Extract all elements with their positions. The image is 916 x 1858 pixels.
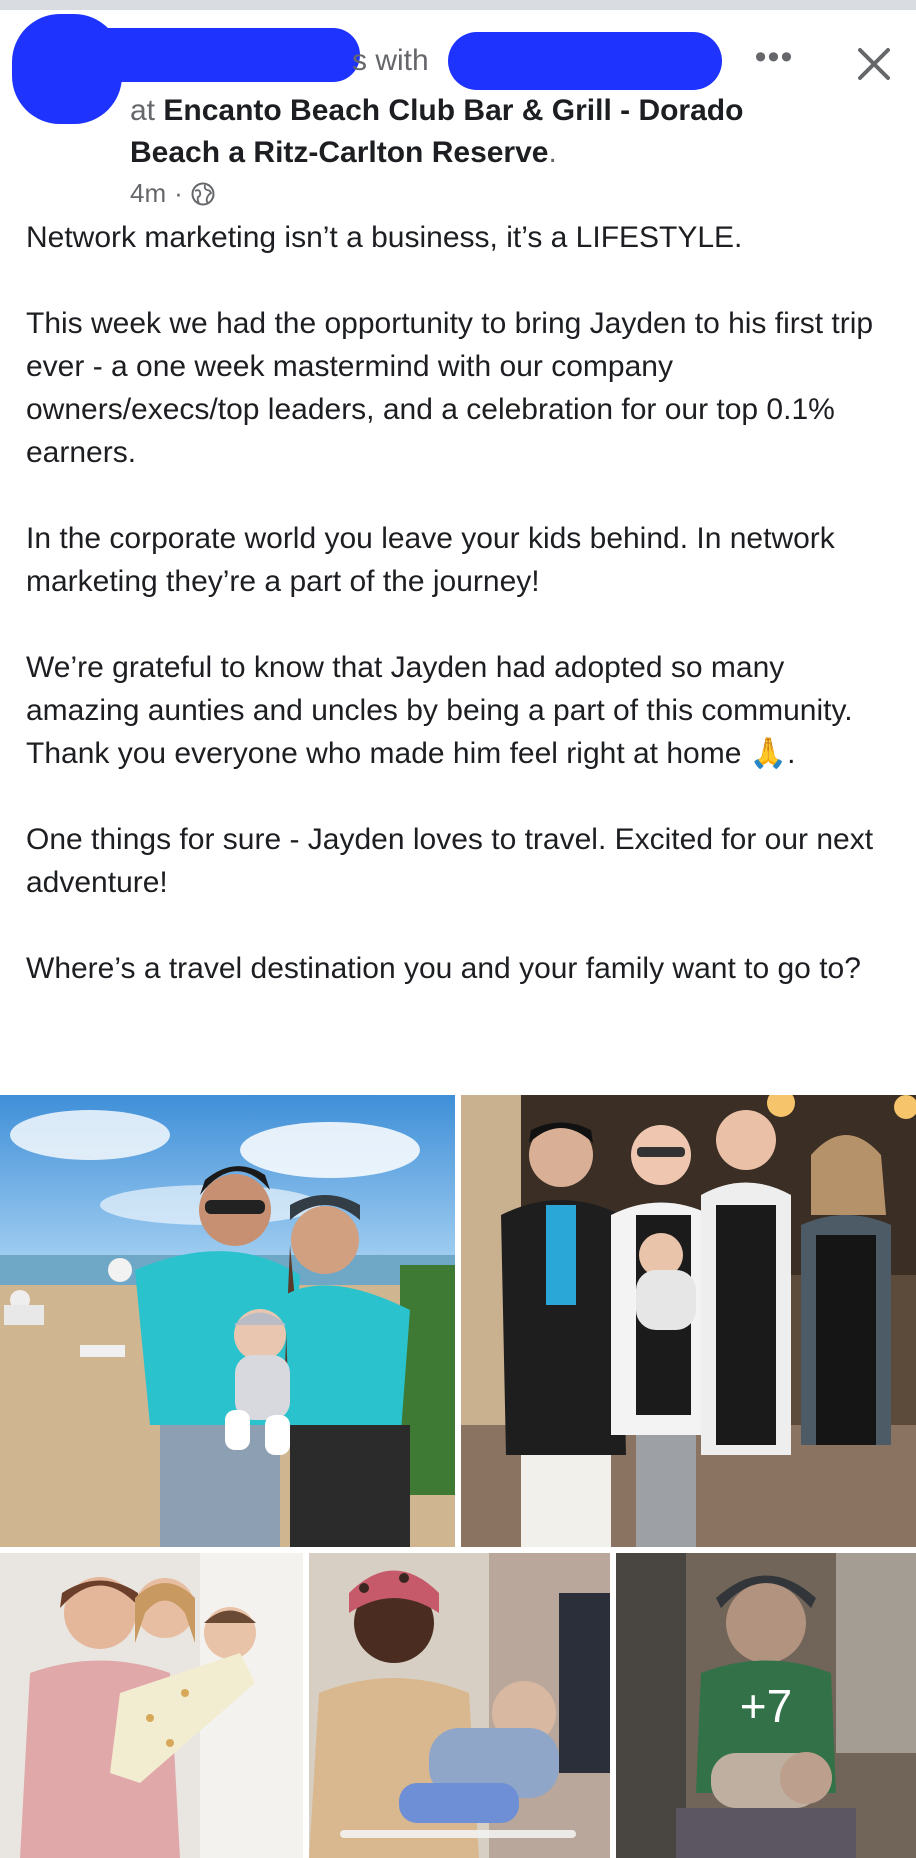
photo-beach-family[interactable] (0, 1095, 455, 1547)
more-options-button[interactable]: ••• (750, 40, 798, 82)
post-paragraph: One things for sure - Jayden loves to tr… (26, 823, 874, 899)
photo-newborn[interactable] (309, 1553, 610, 1858)
restaurant-photo-art (461, 1095, 916, 1547)
location-line[interactable]: at Encanto Beach Club Bar & Grill - Dora… (130, 90, 750, 174)
post-paragraph: Where’s a travel destination you and you… (26, 952, 861, 985)
with-text: s with (352, 44, 429, 77)
home-indicator[interactable] (340, 1830, 576, 1838)
post-time[interactable]: 4m (130, 178, 166, 209)
post-paragraph: Network marketing isn’t a business, it’s… (26, 221, 743, 254)
photo-more[interactable]: +7 (616, 1553, 916, 1858)
post-paragraph: This week we had the opportunity to brin… (26, 307, 874, 469)
redacted-author-name (70, 28, 360, 82)
women-photo-art (0, 1553, 303, 1858)
status-bar-strip (0, 0, 916, 10)
redacted-tagged-name (448, 32, 722, 90)
newborn-photo-art (309, 1553, 610, 1858)
post-paragraph: In the corporate world you leave your ki… (26, 522, 835, 598)
post-header: s with at Encanto Beach Club Bar & Grill… (0, 10, 916, 208)
photo-women-baby[interactable] (0, 1553, 303, 1858)
beach-photo-art (0, 1095, 455, 1547)
location-name[interactable]: Encanto Beach Club Bar & Grill - Dorado … (130, 94, 743, 169)
photo-group-restaurant[interactable] (461, 1095, 916, 1547)
close-icon[interactable] (852, 42, 896, 86)
post-meta: 4m · (130, 178, 215, 209)
post-body: Network marketing isn’t a business, it’s… (26, 216, 896, 990)
post-paragraph: We’re grateful to know that Jayden had a… (26, 651, 853, 770)
more-photos-count[interactable]: +7 (616, 1553, 916, 1858)
meta-separator: · (174, 178, 183, 208)
globe-icon[interactable] (191, 182, 215, 206)
